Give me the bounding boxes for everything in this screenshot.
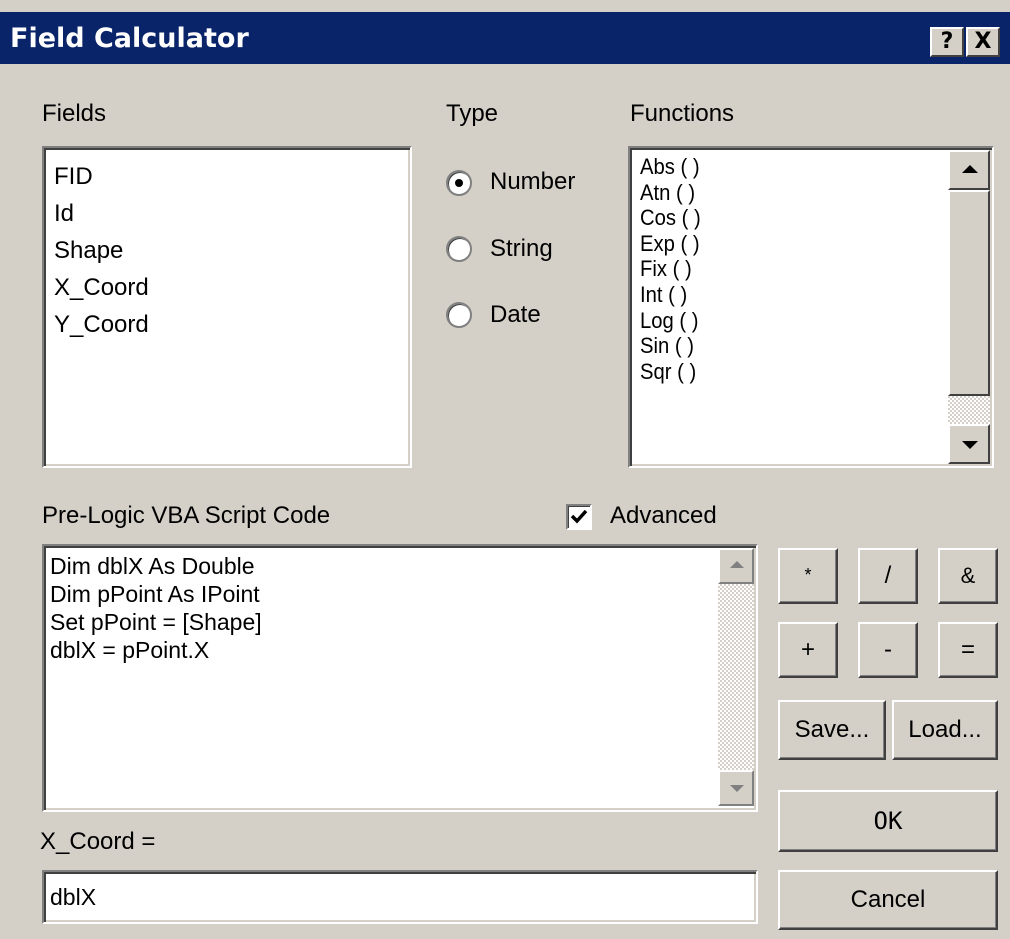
close-button[interactable]: X xyxy=(966,27,1000,57)
list-item[interactable]: Abs ( ) xyxy=(640,154,701,180)
fields-label: Fields xyxy=(42,100,107,127)
list-item[interactable]: Int ( ) xyxy=(640,282,701,308)
list-item[interactable]: Shape xyxy=(54,232,149,269)
type-label: Type xyxy=(446,100,499,127)
functions-items: Abs ( ) Atn ( ) Cos ( ) Exp ( ) Fix ( ) … xyxy=(640,154,706,384)
arrow-down-icon xyxy=(730,785,744,792)
scroll-down-button[interactable] xyxy=(948,424,990,464)
list-item[interactable]: Sqr ( ) xyxy=(640,359,701,385)
advanced-label[interactable]: Advanced xyxy=(610,502,717,530)
code-vscroll-track[interactable] xyxy=(718,548,754,806)
code-line: Set pPoint = [Shape] xyxy=(50,609,262,635)
checkmark-icon xyxy=(570,509,588,524)
fields-items: FID Id Shape X_Coord Y_Coord xyxy=(54,158,149,343)
list-item[interactable]: Y_Coord xyxy=(54,306,149,343)
list-item[interactable]: Sin ( ) xyxy=(640,333,701,359)
code-scroll-up-button[interactable] xyxy=(718,548,754,584)
code-line: Dim dblX As Double xyxy=(50,553,255,579)
field-calculator-dialog: Field Calculator ? X Fields FID Id Shape… xyxy=(0,0,1010,939)
load-button[interactable]: Load... xyxy=(892,700,998,760)
functions-vscroll-thumb[interactable] xyxy=(948,190,990,396)
cancel-button[interactable]: Cancel xyxy=(778,870,998,930)
functions-list[interactable]: Abs ( ) Atn ( ) Cos ( ) Exp ( ) Fix ( ) … xyxy=(628,146,994,468)
radio-date-label[interactable]: Date xyxy=(490,301,541,329)
code-scroll-down-button[interactable] xyxy=(718,770,754,806)
equals-button[interactable]: = xyxy=(938,622,998,678)
radio-dot xyxy=(455,179,463,187)
prelogic-code-box[interactable]: Dim dblX As Double Dim pPoint As IPoint … xyxy=(42,544,758,812)
arrow-up-icon xyxy=(962,165,978,173)
ok-button[interactable]: OK xyxy=(778,790,998,852)
list-item[interactable]: X_Coord xyxy=(54,269,149,306)
radio-number[interactable] xyxy=(446,170,472,196)
expression-value: dblX xyxy=(50,884,97,910)
subtract-button[interactable]: - xyxy=(858,622,918,678)
scroll-up-button[interactable] xyxy=(948,150,990,190)
radio-string[interactable] xyxy=(446,236,472,262)
list-item[interactable]: Id xyxy=(54,195,149,232)
arrow-down-icon xyxy=(962,441,978,449)
multiply-button[interactable]: * xyxy=(778,548,838,604)
window-title: Field Calculator xyxy=(10,23,249,54)
list-item[interactable]: Log ( ) xyxy=(640,308,701,334)
arrow-up-icon xyxy=(730,561,744,568)
functions-label: Functions xyxy=(630,100,735,127)
code-lines: Dim dblX As Double Dim pPoint As IPoint … xyxy=(50,552,262,664)
advanced-checkbox[interactable] xyxy=(566,504,592,530)
radio-number-label[interactable]: Number xyxy=(490,168,575,196)
list-item[interactable]: Cos ( ) xyxy=(640,205,701,231)
prelogic-label: Pre-Logic VBA Script Code xyxy=(42,502,331,529)
close-icon: X xyxy=(974,29,992,54)
fields-list[interactable]: FID Id Shape X_Coord Y_Coord xyxy=(42,146,412,598)
title-bar: Field Calculator ? X xyxy=(0,12,1010,64)
radio-string-label[interactable]: String xyxy=(490,235,553,263)
concatenate-button[interactable]: & xyxy=(938,548,998,604)
save-button[interactable]: Save... xyxy=(778,700,886,760)
expression-input[interactable]: dblX xyxy=(42,870,758,924)
help-icon: ? xyxy=(940,29,954,54)
code-line: dblX = pPoint.X xyxy=(50,637,210,663)
list-item[interactable]: FID xyxy=(54,158,149,195)
radio-date[interactable] xyxy=(446,302,472,328)
list-item[interactable]: Fix ( ) xyxy=(640,256,701,282)
add-button[interactable]: + xyxy=(778,622,838,678)
help-button[interactable]: ? xyxy=(930,27,964,57)
list-item[interactable]: Exp ( ) xyxy=(640,231,701,257)
code-line: Dim pPoint As IPoint xyxy=(50,581,260,607)
divide-button[interactable]: / xyxy=(858,548,918,604)
list-item[interactable]: Atn ( ) xyxy=(640,180,701,206)
expression-label: X_Coord = xyxy=(40,828,156,855)
